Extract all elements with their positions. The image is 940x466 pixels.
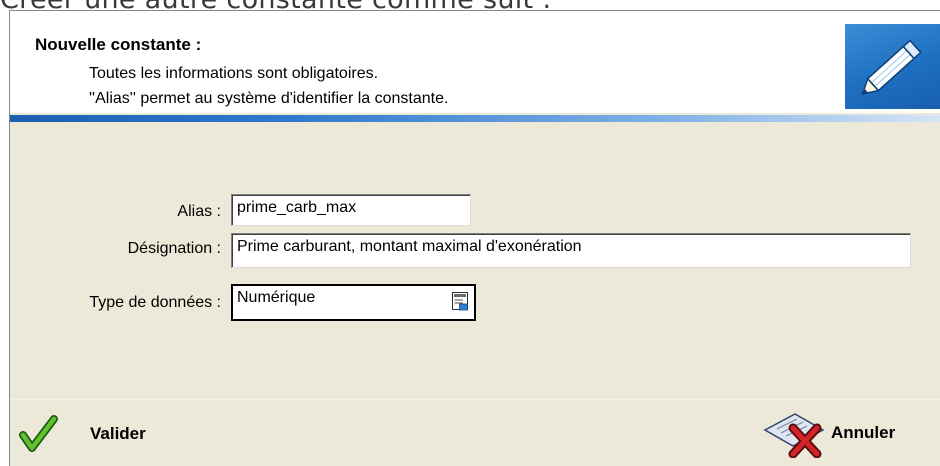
dialog-footer: Valider Annuler — [10, 399, 940, 466]
pencil-icon — [845, 24, 940, 109]
list-select-icon[interactable] — [450, 291, 470, 311]
data-type-select[interactable]: Numérique — [231, 284, 476, 321]
cancel-label: Annuler — [831, 423, 896, 442]
data-type-label: Type de données : — [89, 294, 221, 311]
header-separator — [10, 115, 940, 122]
info-line-2: ''Alias'' permet au système d'identifier… — [89, 90, 449, 107]
validate-label: Valider — [90, 424, 146, 443]
dialog-header: Nouvelle constante : Toutes les informat… — [10, 11, 940, 113]
designation-label: Désignation : — [127, 240, 221, 257]
info-line-1: Toutes les informations sont obligatoire… — [89, 65, 379, 82]
check-icon — [16, 414, 60, 454]
dialog-title: Nouvelle constante : — [35, 35, 202, 54]
alias-label: Alias : — [177, 203, 221, 220]
new-constant-dialog: Nouvelle constante : Toutes les informat… — [9, 10, 940, 466]
validate-button[interactable]: Valider — [16, 414, 146, 454]
data-type-value: Numérique — [237, 289, 316, 306]
cancel-icon — [759, 408, 829, 459]
alias-input[interactable]: prime_carb_max — [231, 194, 471, 226]
cancel-button[interactable]: Annuler — [759, 408, 896, 459]
designation-input[interactable]: Prime carburant, montant maximal d'exoné… — [231, 233, 911, 268]
